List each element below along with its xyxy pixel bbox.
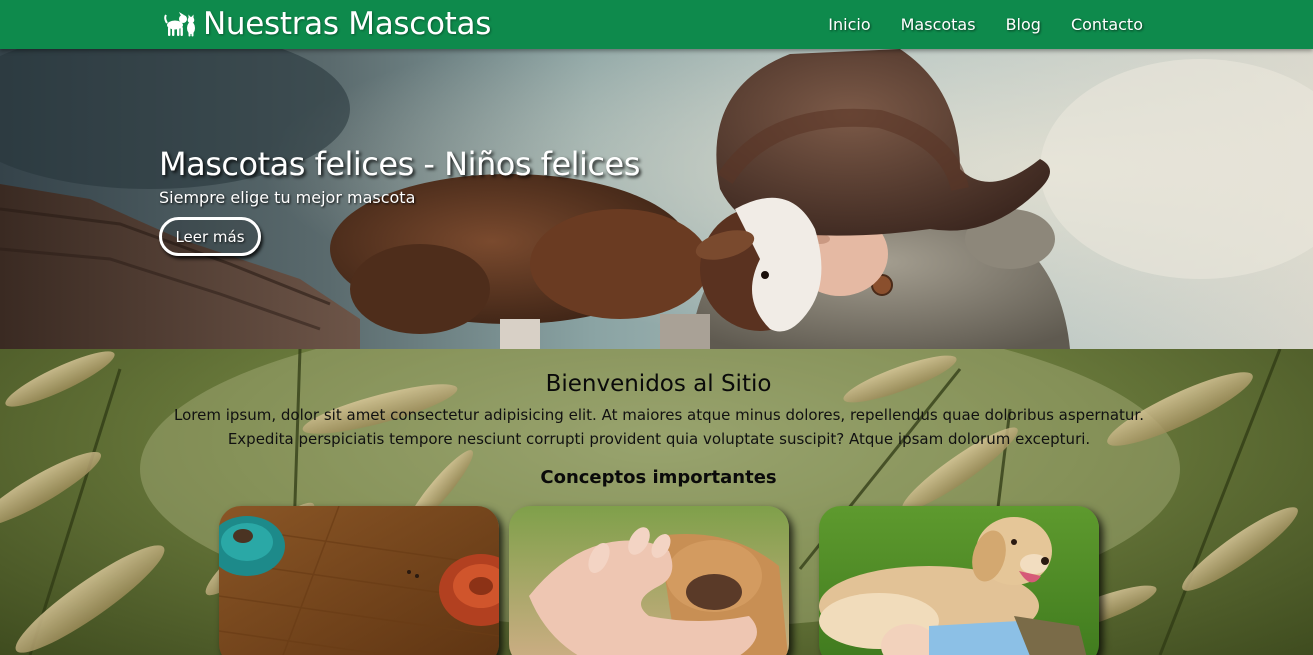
concepts-title: Conceptos importantes — [540, 467, 777, 488]
hero-subtitle: Siempre elige tu mejor mascota — [159, 188, 416, 207]
nav-link-contacto[interactable]: Contacto — [1071, 15, 1143, 34]
dog-and-child-image — [819, 506, 1099, 655]
navbar: Nuestras Mascotas Inicio Mascotas Blog C… — [0, 0, 1313, 49]
welcome-text: Lorem ipsum, dolor sit amet consectetur … — [174, 406, 1144, 448]
welcome-section: Bienvenidos al Sitio Lorem ipsum, dolor … — [0, 349, 1313, 655]
concept-card-1[interactable] — [219, 506, 499, 655]
hand-holding-paw-image — [509, 506, 789, 655]
concept-card-3[interactable] — [819, 506, 1099, 655]
hero-banner: Mascotas felices - Niños felices Siempre… — [0, 49, 1313, 349]
read-more-button[interactable]: Leer más — [159, 217, 261, 256]
concept-card-2[interactable] — [509, 506, 789, 655]
nav-link-blog[interactable]: Blog — [1006, 15, 1041, 34]
nav-link-mascotas[interactable]: Mascotas — [901, 15, 976, 34]
brand-title: Nuestras Mascotas — [203, 6, 492, 42]
brand-link[interactable]: Nuestras Mascotas — [163, 4, 491, 44]
hero-title: Mascotas felices - Niños felices — [159, 145, 640, 183]
nav-link-inicio[interactable]: Inicio — [828, 15, 870, 34]
pets-logo-icon — [163, 9, 197, 39]
main-nav: Inicio Mascotas Blog Contacto — [828, 0, 1143, 49]
pet-food-bowls-image — [219, 506, 499, 655]
welcome-title: Bienvenidos al Sitio — [545, 371, 772, 397]
